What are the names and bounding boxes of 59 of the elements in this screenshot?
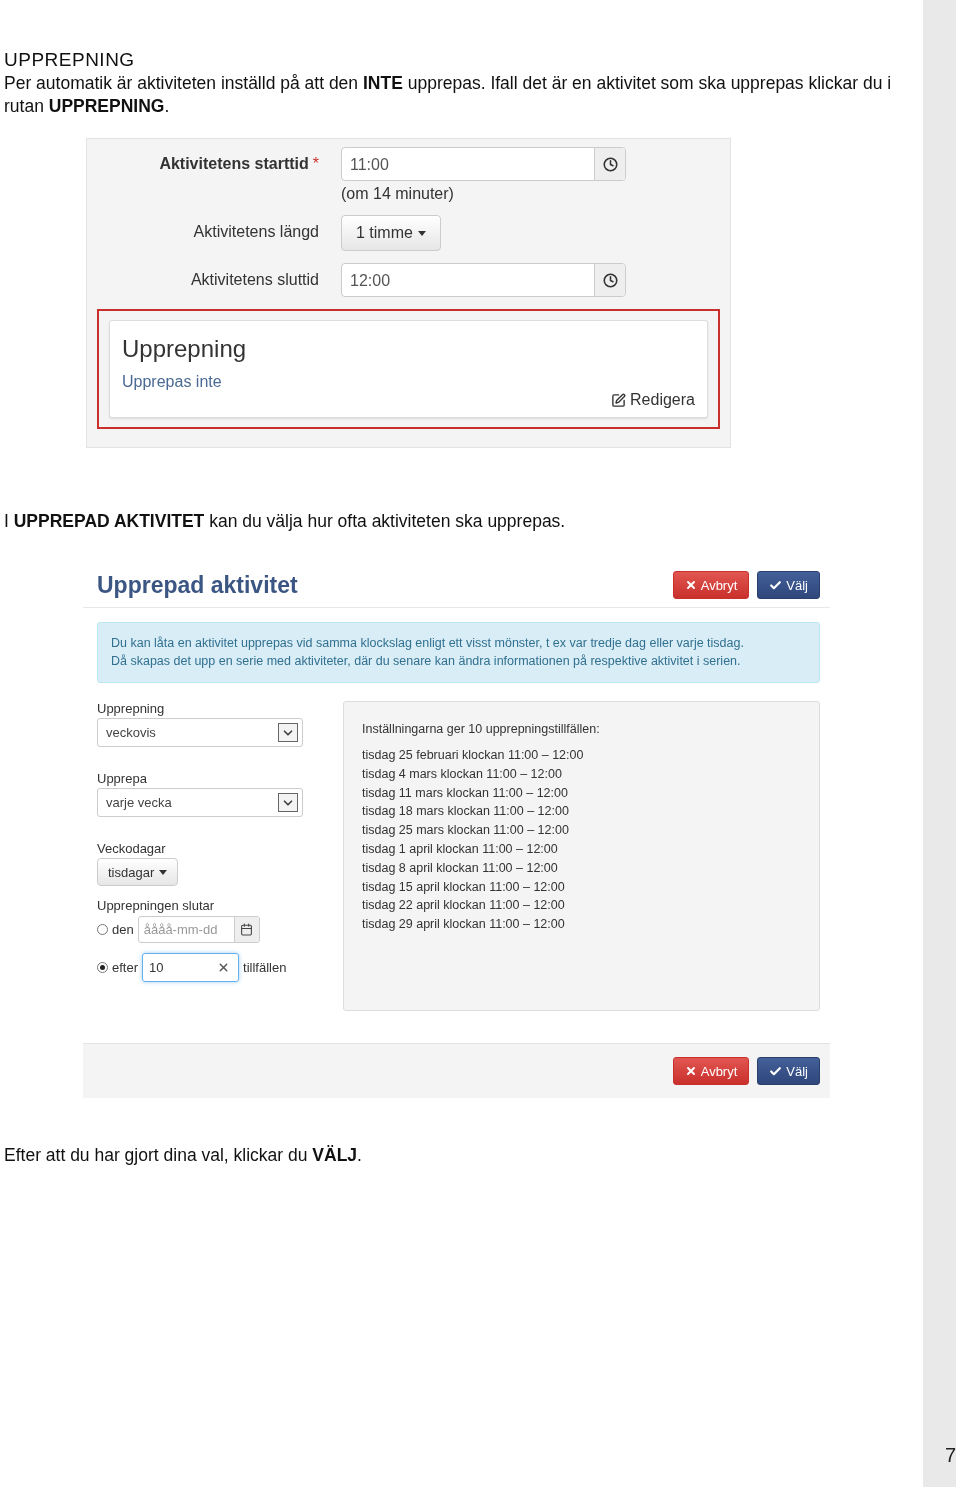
edit-icon [611, 392, 627, 408]
occurrence-item: tisdag 25 februari klockan 11:00 – 12:00 [362, 747, 585, 764]
duration-dropdown[interactable]: 1 timme [341, 215, 441, 251]
cancel-button[interactable]: Avbryt [672, 571, 750, 599]
caret-icon [417, 230, 426, 236]
field-label: Veckodagar [97, 841, 167, 856]
radio-label: den [112, 922, 134, 937]
info-text: Då skapas det upp en serie med aktiviteter, där du senare kan ändra informationen på respektive aktivitet i serien. [111, 654, 742, 668]
select-field[interactable]: varje vecka [97, 788, 303, 817]
confirm-button[interactable]: Välj [757, 1057, 820, 1085]
intro-paragraph: Per automatik är aktiviteten inställd på att den INTE upprepas. Ifall det är en aktivitet som ska upprepas klickar du i rutan UPPREPNING. [4, 72, 893, 118]
summary-heading: Inställningarna ger 10 upprepningstillfällen: [362, 722, 601, 736]
occurrence-item: tisdag 8 april klockan 11:00 – 12:00 [362, 859, 559, 877]
info-text: Du kan låta en aktivitet upprepas vid samma klockslag enligt ett visst mönster, t ex var tredje dag eller varje tisdag. [111, 636, 745, 650]
paragraph: I UPPREPAD AKTIVITET kan du välja hur ofta aktiviteten ska upprepas. [4, 510, 567, 533]
count-field[interactable]: 10 [142, 953, 239, 982]
clock-icon [602, 156, 618, 172]
field-label: Upprepning [97, 701, 166, 716]
occurrence-item: tisdag 4 mars klockan 11:00 – 12:00 [362, 765, 563, 783]
occurrence-item: tisdag 15 april klockan 11:00 – 12:00 [362, 878, 566, 896]
occurrence-item: tisdag 25 mars klockan 11:00 – 12:00 [362, 822, 570, 840]
field-label: Aktivitetens starttid [159, 155, 309, 173]
hint-text: (om 14 minuter) [341, 185, 455, 203]
select-field[interactable]: veckovis [97, 718, 303, 747]
check-icon [769, 578, 783, 592]
cancel-button[interactable]: Avbryt [672, 1057, 750, 1085]
chevron-down-icon [278, 793, 298, 812]
repeat-card[interactable]: Upprepning Upprepas inte Redigera [109, 320, 708, 418]
close-icon [684, 579, 697, 591]
dialog-title: Upprepad aktivitet [97, 571, 298, 599]
caret-icon [159, 869, 168, 875]
field-label: Aktivitetens sluttid [190, 271, 319, 289]
occurrence-item: tisdag 11 mars klockan 11:00 – 12:00 [362, 784, 569, 802]
paragraph: Efter att du har gjort dina val, klickar du VÄLJ. [4, 1144, 363, 1167]
confirm-button[interactable]: Välj [757, 571, 820, 599]
edit-link[interactable]: Redigera [611, 391, 695, 409]
weekday-dropdown[interactable]: tisdagar [97, 858, 179, 886]
clear-icon [217, 961, 230, 974]
calendar-icon [240, 923, 254, 936]
field-label: Aktivitetens längd [193, 223, 319, 241]
radio-label: efter [112, 960, 138, 975]
occurrence-item: tisdag 29 april klockan 11:00 – 12:00 [362, 916, 566, 934]
section-heading: UPPREPNING [4, 48, 136, 72]
occurrence-item: tisdag 22 april klockan 11:00 – 12:00 [362, 897, 566, 915]
chevron-down-icon [278, 723, 298, 742]
time-field[interactable]: 11:00 [341, 147, 626, 181]
suffix-label: tillfällen [243, 960, 287, 975]
occurrence-item: tisdag 1 april klockan 11:00 – 12:00 [362, 841, 559, 858]
check-icon [769, 1064, 783, 1078]
field-label: Upprepa [97, 771, 148, 786]
close-icon [684, 1065, 697, 1077]
field-label: Upprepningen slutar [97, 898, 216, 913]
required-mark: * [312, 155, 319, 173]
page-number: 7 [944, 1444, 956, 1467]
time-field[interactable]: 12:00 [341, 263, 626, 297]
card-title: Upprepning [122, 335, 248, 363]
clock-icon [602, 272, 618, 288]
repeat-status: Upprepas inte [122, 373, 223, 391]
occurrence-item: tisdag 18 mars klockan 11:00 – 12:00 [362, 803, 570, 821]
